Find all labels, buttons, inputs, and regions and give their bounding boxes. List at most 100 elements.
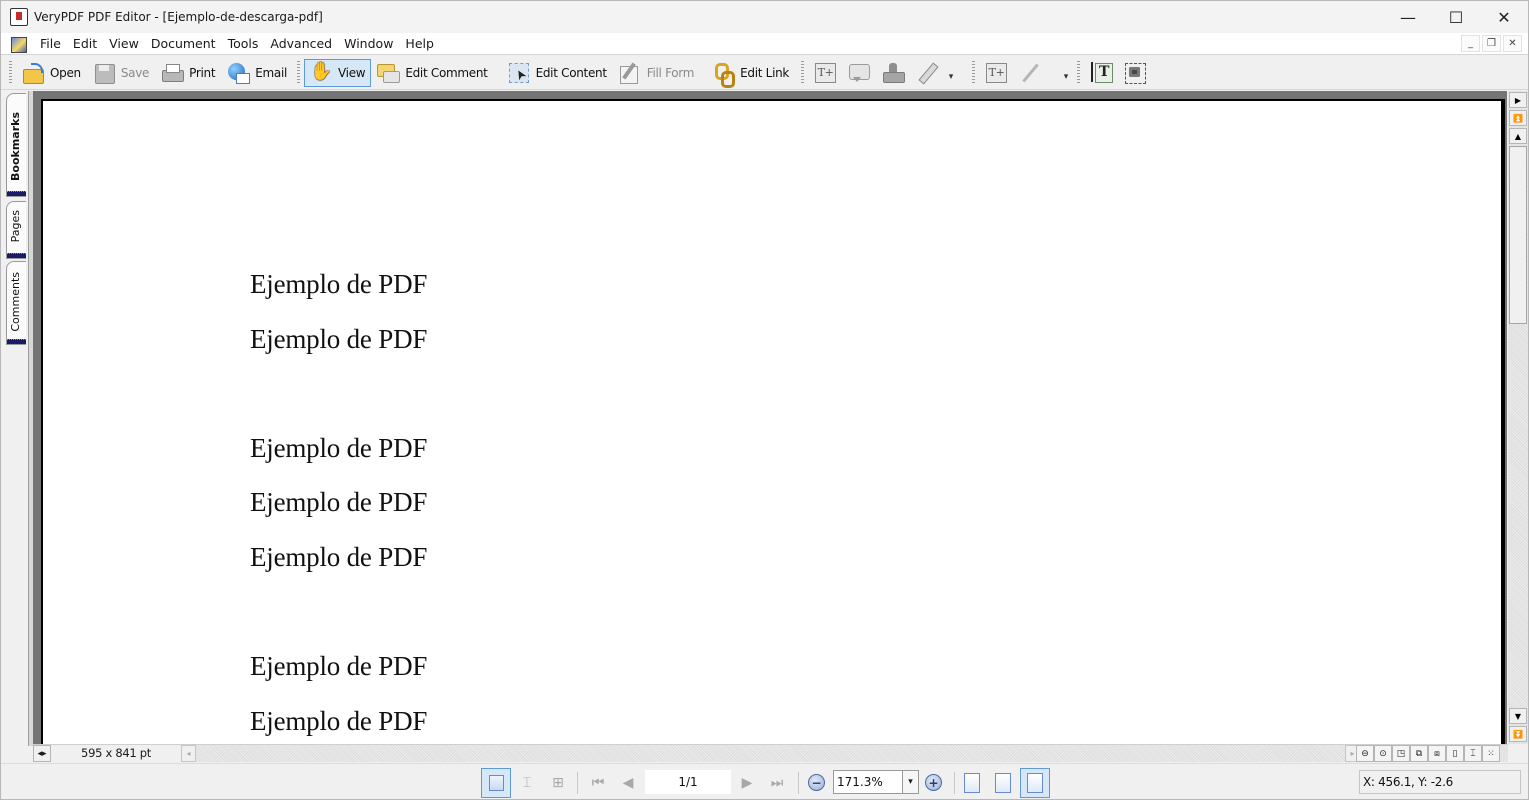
zoom-in-button[interactable]: + [925,774,942,791]
window-controls: — ☐ ✕ [1384,1,1528,33]
document-icon[interactable] [10,36,28,53]
panel-expand-button[interactable]: ▶ [1509,92,1527,108]
edit-link-label: Edit Link [740,65,790,80]
email-label: Email [255,65,288,80]
vertical-scrollbar[interactable]: ▶ ⏫ ▲ ▼ ⏬ [1508,91,1528,744]
document-viewport[interactable]: Ejemplo de PDF Ejemplo de PDF Ejemplo de… [33,91,1507,744]
fit-width-icon [1027,773,1043,793]
menu-file[interactable]: File [34,33,67,55]
annotation-dropdown-arrow[interactable]: ▾ [944,72,958,82]
menu-help[interactable]: Help [399,33,440,55]
fit-width-button[interactable]: ⧉ [1410,745,1428,762]
actual-size-button[interactable] [957,768,987,798]
fit-visible-button[interactable]: ⧈ [1428,745,1446,762]
fit-page-button[interactable]: ◳ [1392,745,1410,762]
toolbar-separator [972,60,976,85]
scroll-first-page-button[interactable]: ⏫ [1509,110,1527,126]
shape-dropdown-arrow[interactable]: ▾ [1059,72,1073,82]
minimize-button[interactable]: — [1384,1,1432,33]
scroll-left-button[interactable]: ◂ [181,745,196,762]
close-button[interactable]: ✕ [1480,1,1528,33]
pdf-text-line: Ejemplo de PDF [250,542,428,572]
tab-pages-label: Pages [9,210,22,243]
doc-minimize-button[interactable]: _ [1461,35,1480,52]
add-textbox-button[interactable] [808,59,842,87]
pencil-button[interactable] [910,59,944,87]
single-page-layout-button[interactable] [481,768,511,798]
menu-tools[interactable]: Tools [222,33,265,55]
tab-pages-indicator [7,253,26,258]
facing-pages-button[interactable]: ⁙ [1482,745,1500,762]
printer-icon [161,62,185,84]
fit-page-icon [995,773,1011,793]
tab-bookmarks-indicator [7,191,26,196]
last-page-button[interactable]: ⏭ [762,768,792,798]
zoom-in-mode-button[interactable]: ⊙ [1374,745,1392,762]
pdf-text-line: Ejemplo de PDF [250,706,428,736]
zoom-out-mode-button[interactable]: ⊖ [1356,745,1374,762]
add-note-button[interactable] [842,59,876,87]
maximize-button[interactable]: ☐ [1432,1,1480,33]
tab-comments[interactable]: Comments [6,261,26,345]
tab-bookmarks-label: Bookmarks [9,112,22,181]
menu-window[interactable]: Window [338,33,399,55]
scroll-up-button[interactable]: ▲ [1509,128,1527,144]
pdf-page[interactable]: Ejemplo de PDF Ejemplo de PDF Ejemplo de… [41,99,1501,744]
menu-edit[interactable]: Edit [67,33,103,55]
typewriter-button[interactable] [1084,59,1118,87]
page-number-input[interactable] [645,770,731,794]
horizontal-scrollbar[interactable]: ◂▸ 595 x 841 pt ◂ ▸ ⊖ ⊙ ◳ ⧉ ⧈ ▯ ⌶ ⁙ [33,744,1508,762]
menu-view[interactable]: View [103,33,145,55]
fill-form-button[interactable]: Fill Form [613,59,700,87]
main-toolbar: Open Save Print Email View Edit Comment … [1,56,1528,90]
note-icon [848,62,871,84]
save-label: Save [120,65,150,80]
first-page-button[interactable]: ⏮ [583,768,613,798]
edit-content-button[interactable]: Edit Content [502,59,613,87]
tab-bookmarks[interactable]: Bookmarks [6,93,26,197]
print-button[interactable]: Print [155,59,221,87]
menu-document[interactable]: Document [145,33,222,55]
zoom-out-button[interactable]: − [808,774,825,791]
view-tool-button[interactable]: View [304,58,372,87]
continuous-layout-button[interactable]: ⌶ [512,768,542,798]
menu-advanced[interactable]: Advanced [264,33,338,55]
text-box-icon [814,62,837,84]
toolbar-grip[interactable] [9,60,12,85]
scroll-last-page-button[interactable]: ⏬ [1509,726,1527,742]
line-button[interactable] [1013,59,1047,87]
snapshot-button[interactable] [1118,59,1152,87]
split-view-button[interactable]: ◂▸ [33,745,51,762]
document-window-controls: _ ❐ ✕ [1461,35,1522,52]
next-page-button[interactable]: ▶ [732,768,762,798]
zoom-combobox[interactable]: ▾ [833,770,919,794]
toolbar-separator [297,60,301,85]
email-button[interactable]: Email [221,59,293,87]
single-page-button[interactable]: ▯ [1446,745,1464,762]
tab-pages[interactable]: Pages [6,201,26,259]
fit-page-nav-button[interactable] [988,768,1018,798]
fit-width-nav-button[interactable] [1020,768,1050,798]
open-button[interactable]: Open [16,59,87,87]
navigation-bar: ⌶ ⊞ ⏮ ◀ ▶ ⏭ − ▾ + X: 456.1, Y: -2.6 [1,763,1528,799]
zoom-dropdown-arrow[interactable]: ▾ [902,771,918,793]
continuous-button[interactable]: ⌶ [1464,745,1482,762]
save-button[interactable]: Save [87,59,155,87]
view-label: View [338,65,366,80]
doc-restore-button[interactable]: ❐ [1482,35,1501,52]
select-cursor-icon [508,62,530,84]
add-text-field-button[interactable] [979,59,1013,87]
zoom-input[interactable] [834,771,902,793]
stamp-button[interactable] [876,59,910,87]
facing-layout-button[interactable]: ⊞ [543,768,573,798]
vertical-scroll-thumb[interactable] [1509,146,1527,324]
edit-comment-button[interactable]: Edit Comment [371,59,493,87]
title-bar: VeryPDF PDF Editor - [Ejemplo-de-descarg… [1,1,1528,33]
scroll-down-button[interactable]: ▼ [1509,708,1527,724]
hand-icon [310,61,332,84]
doc-close-button[interactable]: ✕ [1503,35,1522,52]
open-label: Open [50,65,81,80]
previous-page-button[interactable]: ◀ [613,768,643,798]
edit-link-button[interactable]: Edit Link [706,59,795,88]
tab-comments-label: Comments [9,272,22,332]
